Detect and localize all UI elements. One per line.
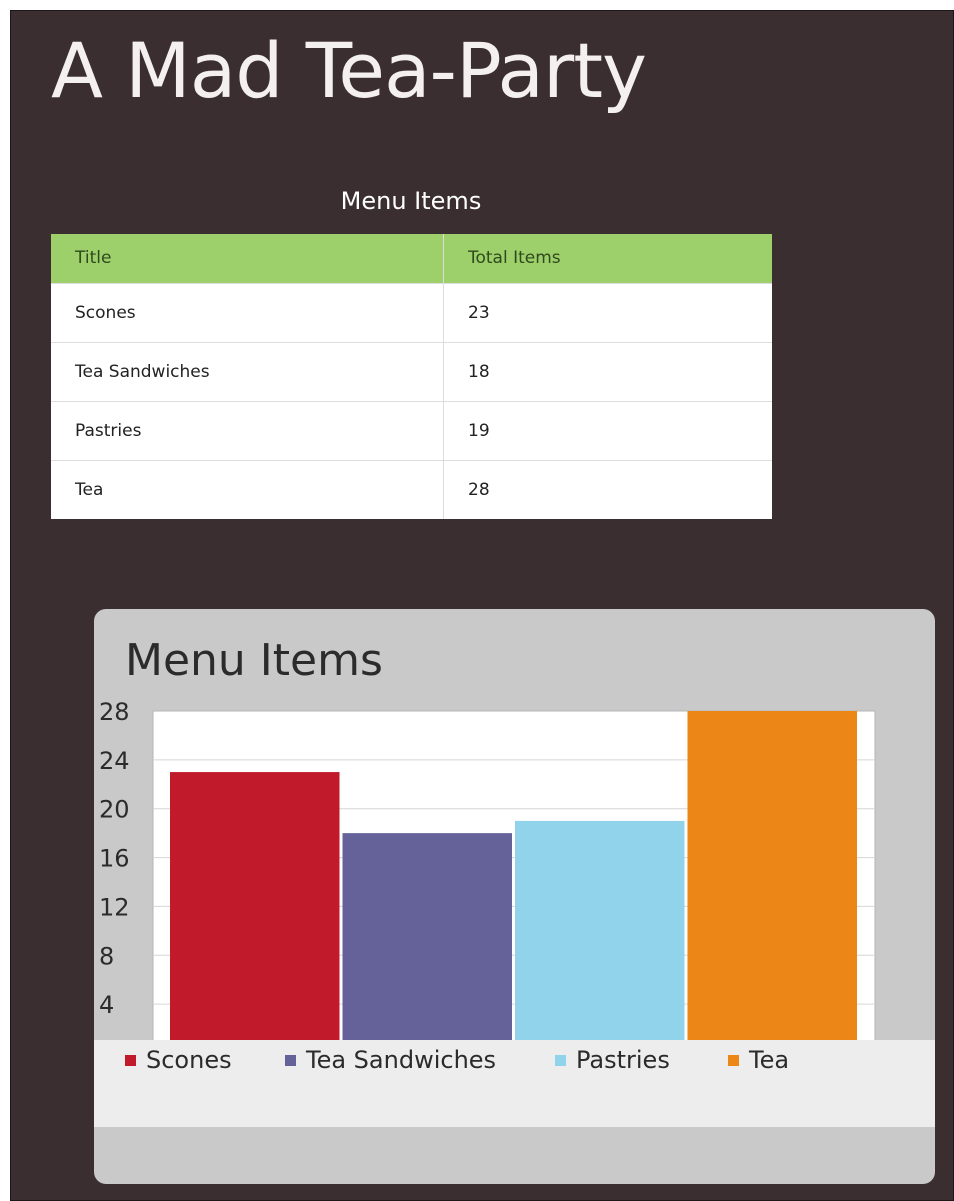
y-tick-label: 20 <box>99 796 130 824</box>
row-title-cell: Scones <box>75 302 136 323</box>
y-tick-label: 4 <box>99 991 114 1019</box>
legend-item: Pastries <box>555 1046 670 1074</box>
legend-swatch <box>125 1055 136 1066</box>
legend-item: Tea Sandwiches <box>285 1046 496 1074</box>
row-total-cell: 19 <box>443 401 772 460</box>
bar-pastries <box>515 820 685 1053</box>
chart-legend: Scones Tea Sandwiches Pastries Tea <box>94 1040 935 1127</box>
legend-swatch <box>728 1055 739 1066</box>
bar-scones <box>170 772 340 1053</box>
row-title-cell: Tea <box>75 479 104 500</box>
legend-label: Scones <box>146 1046 232 1074</box>
menu-items-table: Title Total Items Scones 23 Tea Sandwich… <box>51 234 772 519</box>
y-tick-label: 24 <box>99 747 130 775</box>
legend-label: Tea Sandwiches <box>306 1046 497 1074</box>
y-tick-label: 28 <box>99 698 130 726</box>
table-row: Scones 23 <box>51 283 772 342</box>
table-row: Tea 28 <box>51 460 772 519</box>
table-row: Tea Sandwiches 18 <box>51 342 772 401</box>
legend-swatch <box>285 1055 296 1066</box>
column-header-total-items: Total Items <box>443 234 772 283</box>
row-title-cell: Tea Sandwiches <box>75 361 210 382</box>
table-caption: Menu Items <box>340 187 482 215</box>
chart-card: Menu Items 0481216202428Total Items Scon… <box>94 609 935 1184</box>
legend-item: Scones <box>125 1046 232 1074</box>
column-header-title: Title <box>75 248 112 269</box>
y-tick-label: 16 <box>99 845 130 873</box>
table-header-row: Title Total Items <box>51 234 772 283</box>
page-frame: A Mad Tea-Party Menu Items Title Total I… <box>10 10 954 1201</box>
legend-item: Tea <box>728 1046 789 1074</box>
bar-tea-sandwiches <box>342 833 512 1053</box>
table-row: Pastries 19 <box>51 401 772 460</box>
row-title-cell: Pastries <box>75 420 142 441</box>
row-total-cell: 28 <box>443 460 772 519</box>
y-tick-label: 12 <box>99 893 130 921</box>
legend-label: Pastries <box>576 1046 670 1074</box>
y-tick-label: 8 <box>99 942 114 970</box>
row-total-cell: 18 <box>443 342 772 401</box>
legend-label: Tea <box>749 1046 790 1074</box>
row-total-cell: 23 <box>443 283 772 342</box>
bar-tea <box>687 711 857 1053</box>
legend-swatch <box>555 1055 566 1066</box>
page-title: A Mad Tea-Party <box>51 26 647 115</box>
